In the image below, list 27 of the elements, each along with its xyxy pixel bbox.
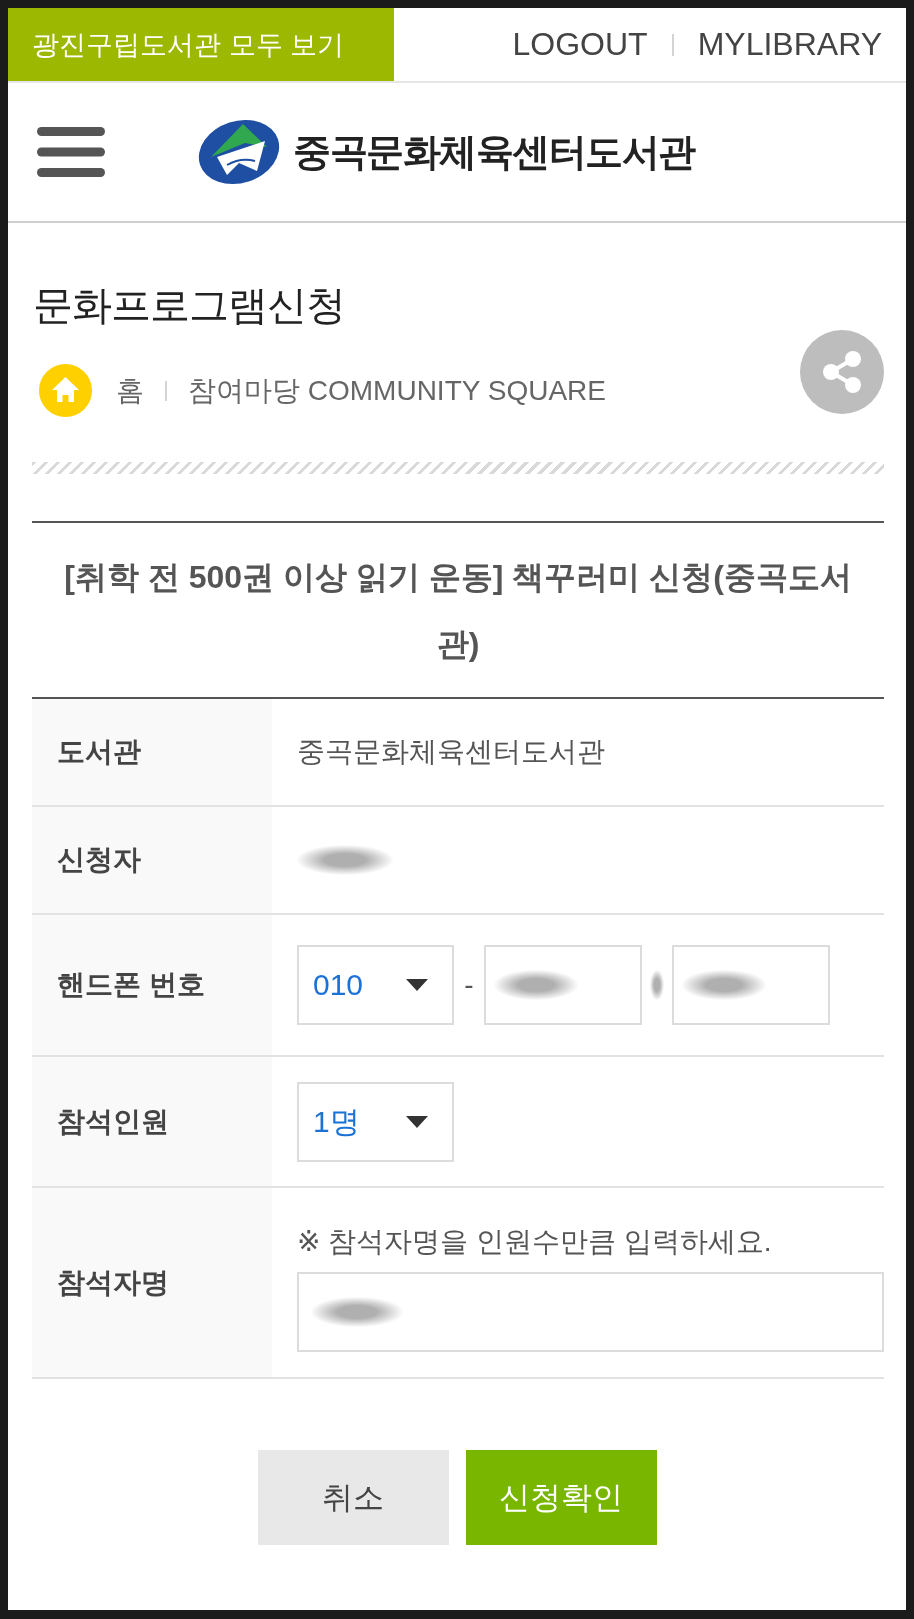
row-label: 참석자명 bbox=[57, 1265, 169, 1300]
attendee-name-input-field[interactable] bbox=[297, 1272, 884, 1352]
row-label: 참석인원 bbox=[57, 1104, 169, 1139]
logo-text: 중곡문화체육센터도서관 bbox=[293, 129, 695, 175]
share-icon bbox=[822, 351, 862, 393]
caret-icon bbox=[406, 1116, 428, 1128]
instruction-note: ※ 참석자명을 인원수만큼 입력하세요. bbox=[297, 1225, 773, 1259]
breadcrumb-link[interactable]: 홈 bbox=[116, 371, 144, 410]
row-label: 신청자 bbox=[57, 843, 141, 877]
phone-prefix-select[interactable]: 010 bbox=[297, 945, 454, 1025]
menu-icon bbox=[37, 127, 105, 177]
row-label: 핸드폰 번호 bbox=[57, 968, 205, 1002]
dash-separator: - bbox=[463, 969, 475, 1001]
cancel-button[interactable]: 취소 bbox=[257, 1450, 449, 1545]
top-link[interactable]: MYLIBRARY bbox=[697, 26, 882, 63]
phone-input-field[interactable] bbox=[672, 945, 830, 1025]
caret-icon bbox=[406, 979, 428, 991]
attendee-count-select[interactable]: 1명 bbox=[297, 1082, 454, 1162]
top-link[interactable]: LOGOUT bbox=[512, 26, 648, 63]
field-value: 중곡문화체육센터도서관 bbox=[297, 735, 605, 769]
phone-input-field[interactable] bbox=[484, 945, 642, 1025]
home-icon[interactable] bbox=[39, 364, 92, 417]
breadcrumb-link[interactable]: 참여마당 COMMUNITY SQUARE bbox=[188, 371, 606, 410]
logo-emblem-icon bbox=[197, 117, 281, 187]
page-title: 문화프로그램신청 bbox=[33, 282, 346, 329]
menu-button[interactable] bbox=[37, 127, 105, 177]
row-label: 도서관 bbox=[57, 735, 141, 769]
